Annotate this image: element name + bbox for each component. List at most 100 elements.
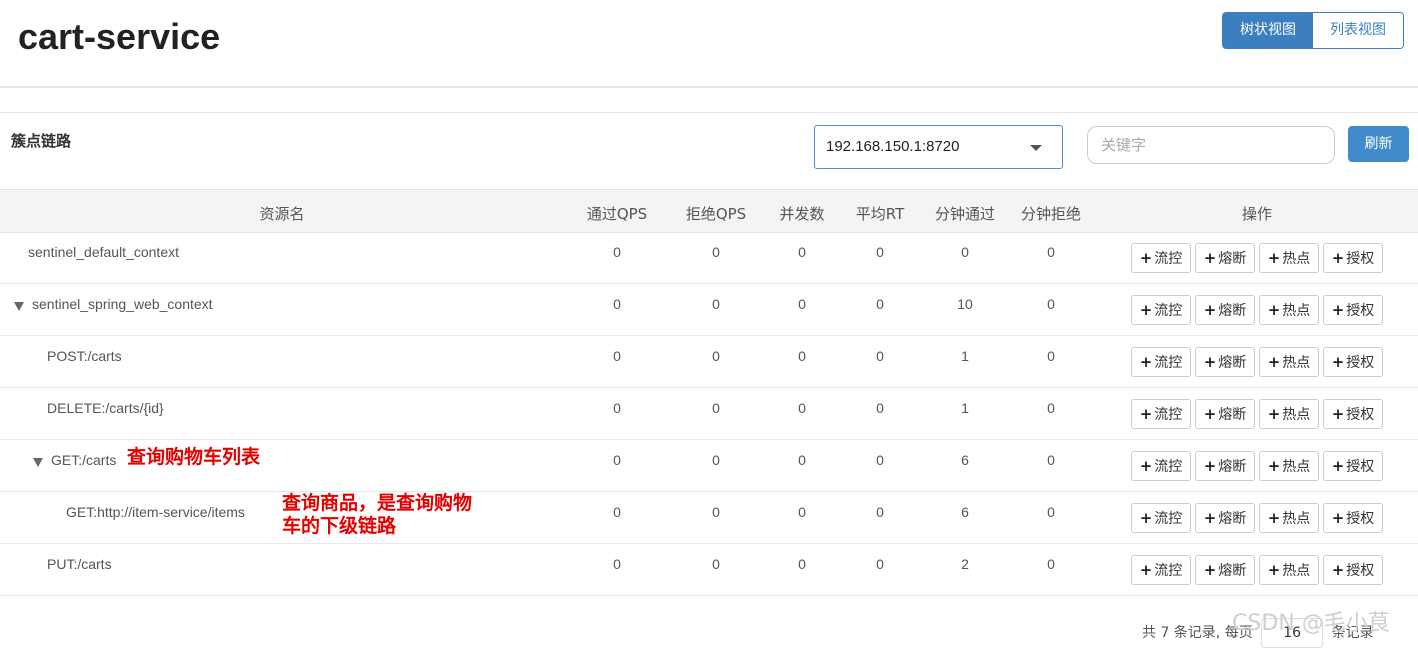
col-block-qps: 拒绝QPS (685, 205, 747, 223)
flow-control-button[interactable]: + 流控 (1131, 295, 1191, 325)
action-label: 熔断 (1218, 511, 1247, 527)
flow-control-button[interactable]: + 流控 (1131, 555, 1191, 585)
flow-control-button[interactable]: + 流控 (1131, 399, 1191, 429)
tree-view-button[interactable]: 树状视图 (1223, 13, 1313, 48)
flow-control-button[interactable]: + 流控 (1131, 347, 1191, 377)
action-label: 授权 (1346, 459, 1375, 475)
pass-qps-value: 0 (613, 504, 621, 520)
pass-qps-value: 0 (613, 452, 621, 468)
annotation-items-line2: 车的下级链路 (282, 515, 397, 537)
expand-toggle-icon[interactable] (14, 302, 24, 311)
circuit-breaker-button[interactable]: + 熔断 (1195, 243, 1255, 273)
machine-select[interactable]: 192.168.150.1:8720 (814, 125, 1063, 169)
authority-button[interactable]: + 授权 (1323, 295, 1383, 325)
pass-qps-value: 0 (613, 244, 621, 260)
flow-control-button[interactable]: + 流控 (1131, 451, 1191, 481)
plus-icon: + (1139, 405, 1153, 423)
col-pass-qps: 通过QPS (586, 205, 648, 223)
flow-control-button[interactable]: + 流控 (1131, 503, 1191, 533)
avg-rt-value: 0 (876, 452, 884, 468)
circuit-breaker-button[interactable]: + 熔断 (1195, 503, 1255, 533)
hotspot-button[interactable]: + 热点 (1259, 399, 1319, 429)
hotspot-button[interactable]: + 热点 (1259, 243, 1319, 273)
hotspot-button[interactable]: + 热点 (1259, 347, 1319, 377)
table-header: 资源名 通过QPS 拒绝QPS 并发数 平均RT 分钟通过 分钟拒绝 操作 (0, 189, 1418, 233)
plus-icon: + (1331, 353, 1345, 371)
avg-rt-value: 0 (876, 504, 884, 520)
action-label: 授权 (1346, 563, 1375, 579)
action-label: 熔断 (1218, 355, 1247, 371)
avg-rt-value: 0 (876, 244, 884, 260)
threads-value: 0 (798, 296, 806, 312)
row-actions: + 流控 + 熔断 + 热点 + 授权 (1131, 555, 1383, 585)
hotspot-button[interactable]: + 热点 (1259, 555, 1319, 585)
plus-icon: + (1203, 249, 1217, 267)
circuit-breaker-button[interactable]: + 熔断 (1195, 399, 1255, 429)
authority-button[interactable]: + 授权 (1323, 399, 1383, 429)
plus-icon: + (1203, 561, 1217, 579)
plus-icon: + (1203, 509, 1217, 527)
circuit-breaker-button[interactable]: + 熔断 (1195, 451, 1255, 481)
avg-rt-value: 0 (876, 556, 884, 572)
circuit-breaker-button[interactable]: + 熔断 (1195, 555, 1255, 585)
action-label: 流控 (1154, 459, 1183, 475)
plus-icon: + (1331, 405, 1345, 423)
row-actions: + 流控 + 熔断 + 热点 + 授权 (1131, 295, 1383, 325)
action-label: 熔断 (1218, 459, 1247, 475)
plus-icon: + (1331, 561, 1345, 579)
minute-pass-value: 6 (961, 504, 969, 520)
threads-value: 0 (798, 504, 806, 520)
watermark: CSDN @毛小茛 (1232, 611, 1390, 636)
action-label: 授权 (1346, 511, 1375, 527)
authority-button[interactable]: + 授权 (1323, 451, 1383, 481)
plus-icon: + (1203, 301, 1217, 319)
action-label: 熔断 (1218, 407, 1247, 423)
resource-name: sentinel_default_context (28, 244, 179, 260)
header-divider (0, 86, 1418, 88)
pass-qps-value: 0 (613, 296, 621, 312)
chevron-down-icon (1030, 145, 1042, 151)
authority-button[interactable]: + 授权 (1323, 503, 1383, 533)
avg-rt-value: 0 (876, 296, 884, 312)
plus-icon: + (1267, 249, 1281, 267)
circuit-breaker-button[interactable]: + 熔断 (1195, 347, 1255, 377)
action-label: 热点 (1282, 303, 1311, 319)
plus-icon: + (1267, 457, 1281, 475)
plus-icon: + (1203, 405, 1217, 423)
block-qps-value: 0 (712, 504, 720, 520)
col-resource-name: 资源名 (259, 205, 305, 223)
hotspot-button[interactable]: + 热点 (1259, 503, 1319, 533)
expand-toggle-icon[interactable] (33, 458, 43, 467)
table-row: sentinel_spring_web_context 0 0 0 0 10 0 + 流控 + 熔断… (0, 284, 1418, 336)
annotation-carts: 查询购物车列表 (127, 446, 261, 468)
page-title: cart-service (18, 16, 221, 57)
minute-block-value: 0 (1047, 504, 1055, 520)
action-label: 热点 (1282, 459, 1311, 475)
action-label: 熔断 (1218, 251, 1247, 267)
row-actions: + 流控 + 熔断 + 热点 + 授权 (1131, 399, 1383, 429)
plus-icon: + (1331, 457, 1345, 475)
minute-pass-value: 1 (961, 348, 969, 364)
table-row: DELETE:/carts/{id} 0 0 0 0 1 0 + 流控 + 熔断 + 热点 + 授权 (0, 388, 1418, 440)
plus-icon: + (1331, 301, 1345, 319)
minute-block-value: 0 (1047, 348, 1055, 364)
hotspot-button[interactable]: + 热点 (1259, 295, 1319, 325)
refresh-button[interactable]: 刷新 (1348, 126, 1409, 162)
keyword-search-input[interactable] (1087, 126, 1335, 164)
hotspot-button[interactable]: + 热点 (1259, 451, 1319, 481)
block-qps-value: 0 (712, 348, 720, 364)
action-label: 流控 (1154, 355, 1183, 371)
authority-button[interactable]: + 授权 (1323, 243, 1383, 273)
circuit-breaker-button[interactable]: + 熔断 (1195, 295, 1255, 325)
block-qps-value: 0 (712, 244, 720, 260)
resource-name: DELETE:/carts/{id} (47, 400, 164, 416)
authority-button[interactable]: + 授权 (1323, 555, 1383, 585)
flow-control-button[interactable]: + 流控 (1131, 243, 1191, 273)
plus-icon: + (1139, 509, 1153, 527)
plus-icon: + (1139, 301, 1153, 319)
authority-button[interactable]: + 授权 (1323, 347, 1383, 377)
plus-icon: + (1139, 457, 1153, 475)
list-view-button[interactable]: 列表视图 (1313, 13, 1403, 48)
action-label: 流控 (1154, 511, 1183, 527)
pass-qps-value: 0 (613, 348, 621, 364)
